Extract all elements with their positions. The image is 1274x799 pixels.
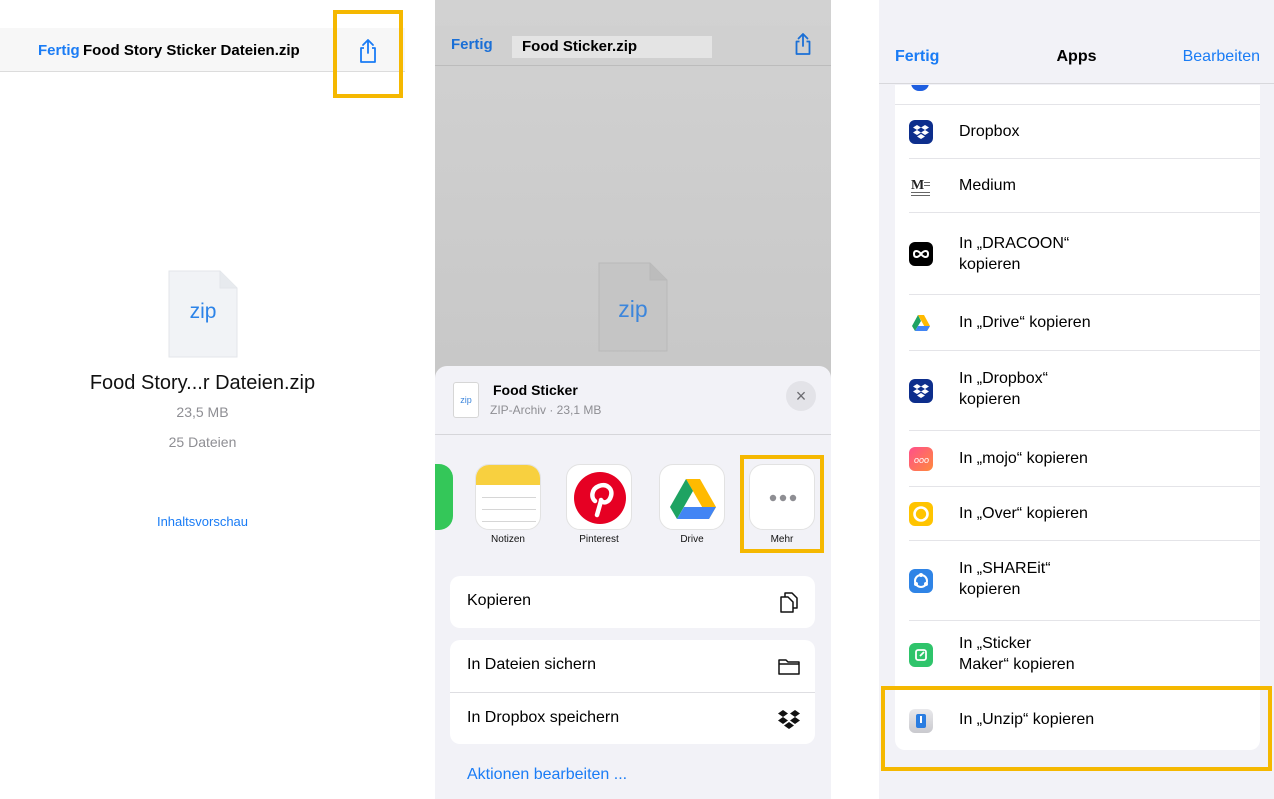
- actions-card: In Dateien sichern In Dropbox speichern: [450, 640, 815, 744]
- list-item-dropbox-copy[interactable]: In „Dropbox“ kopieren: [895, 351, 1260, 431]
- nav-title: Food Sticker.zip: [512, 36, 712, 58]
- dropbox-icon: [778, 710, 800, 729]
- share-sheet: zip Food Sticker ZIP-Archiv · 23,1 MB × …: [435, 366, 831, 799]
- item-label: Dropbox: [959, 123, 1020, 140]
- sheet-title: Food Sticker: [493, 382, 578, 398]
- action-label: Kopieren: [467, 592, 532, 609]
- more-highlight: [740, 455, 824, 553]
- sticker-maker-icon: [909, 643, 933, 667]
- file-preview-panel: Fertig Food Story Sticker Dateien.zip zi…: [0, 0, 405, 799]
- item-label: In „SHAREit“ kopieren: [959, 560, 1051, 598]
- whatsapp-icon: [435, 464, 453, 530]
- pinterest-icon: [566, 464, 632, 530]
- list-item-mojo[interactable]: ooo In „mojo“ kopieren: [895, 431, 1260, 487]
- medium-icon: M: [909, 174, 933, 198]
- item-label: Medium: [959, 177, 1016, 194]
- mojo-icon: ooo: [909, 447, 933, 471]
- divider: [435, 434, 831, 435]
- copy-icon: [780, 592, 798, 613]
- item-label: In „Drive“ kopieren: [959, 314, 1091, 331]
- list-item-medium[interactable]: M Medium: [895, 159, 1260, 213]
- app-icon: [911, 85, 929, 91]
- svg-text:ooo: ooo: [914, 455, 929, 465]
- dropbox-icon: [909, 379, 933, 403]
- app-whatsapp[interactable]: pp: [435, 464, 453, 530]
- share-sheet-panel: Fertig Food Sticker.zip zip zip Food Sti…: [435, 0, 831, 799]
- file-name: Food Story...r Dateien.zip: [89, 372, 316, 394]
- copy-card: Kopieren: [450, 576, 815, 628]
- file-thumbnail: zip: [453, 382, 479, 418]
- item-label: In „Dropbox“ kopieren: [959, 370, 1048, 408]
- app-drive[interactable]: Drive: [659, 464, 725, 545]
- google-drive-icon: [659, 464, 725, 530]
- dropbox-icon: [909, 120, 933, 144]
- dracoon-icon: [909, 242, 933, 266]
- list-item-dropbox[interactable]: Dropbox: [895, 105, 1260, 159]
- list-item-shareit[interactable]: In „SHAREit“ kopieren: [895, 541, 1260, 621]
- notes-icon: [475, 464, 541, 530]
- app-notizen[interactable]: Notizen: [475, 464, 541, 545]
- sheet-subtitle: ZIP-Archiv · 23,1 MB: [490, 403, 602, 417]
- google-drive-icon: [909, 311, 933, 335]
- share-icon[interactable]: [792, 32, 814, 56]
- file-size: 23,5 MB: [176, 404, 229, 420]
- done-button[interactable]: Fertig: [38, 42, 80, 59]
- app-pinterest[interactable]: Pinterest: [566, 464, 632, 545]
- nav-title: Food Story Sticker Dateien.zip: [83, 42, 300, 59]
- svg-text:M: M: [911, 178, 924, 193]
- app-label: Drive: [680, 534, 704, 545]
- apps-list-panel: Fertig Apps Bearbeiten Dropbox M Medium …: [879, 0, 1274, 799]
- app-label: Pinterest: [579, 534, 619, 545]
- action-label: In Dropbox speichern: [467, 709, 620, 726]
- item-label: In „DRACOON“ kopieren: [959, 235, 1070, 273]
- action-copy[interactable]: Kopieren: [450, 576, 815, 628]
- edit-actions-link[interactable]: Aktionen bearbeiten ...: [467, 766, 627, 784]
- zip-file-label: zip: [189, 300, 217, 323]
- app-label: Notizen: [491, 534, 525, 545]
- list-item-partial: [895, 85, 1260, 105]
- file-count: 25 Dateien: [168, 434, 237, 450]
- list-item-sticker-maker[interactable]: In „Sticker Maker“ kopieren: [895, 621, 1260, 685]
- done-button[interactable]: Fertig: [451, 36, 493, 53]
- unzip-highlight: [881, 686, 1272, 771]
- file-thumbnail-label: zip: [460, 395, 472, 405]
- item-label: In „Sticker Maker“ kopieren: [959, 635, 1075, 673]
- action-save-files[interactable]: In Dateien sichern: [450, 640, 815, 692]
- folder-icon: [778, 659, 800, 675]
- list-item-drive[interactable]: In „Drive“ kopieren: [895, 295, 1260, 351]
- list-item-over[interactable]: In „Over“ kopieren: [895, 487, 1260, 541]
- item-label: In „Over“ kopieren: [959, 505, 1088, 522]
- apps-list: Dropbox M Medium In „DRACOON“ kopieren I…: [895, 85, 1260, 750]
- edit-button[interactable]: Bearbeiten: [1183, 48, 1260, 66]
- zip-file-label: zip: [618, 296, 648, 322]
- action-dropbox[interactable]: In Dropbox speichern: [450, 692, 815, 744]
- share-highlight: [333, 10, 403, 98]
- list-item-dracoon[interactable]: In „DRACOON“ kopieren: [895, 213, 1260, 295]
- item-label: In „mojo“ kopieren: [959, 450, 1088, 467]
- close-button[interactable]: ×: [786, 381, 816, 411]
- content-preview-link[interactable]: Inhaltsvorschau: [0, 514, 405, 529]
- action-label: In Dateien sichern: [467, 656, 596, 673]
- shareit-icon: [909, 569, 933, 593]
- nav-bar: Fertig Apps Bearbeiten: [879, 28, 1274, 84]
- nav-bar: Fertig Food Sticker.zip: [435, 26, 831, 66]
- over-icon: [909, 502, 933, 526]
